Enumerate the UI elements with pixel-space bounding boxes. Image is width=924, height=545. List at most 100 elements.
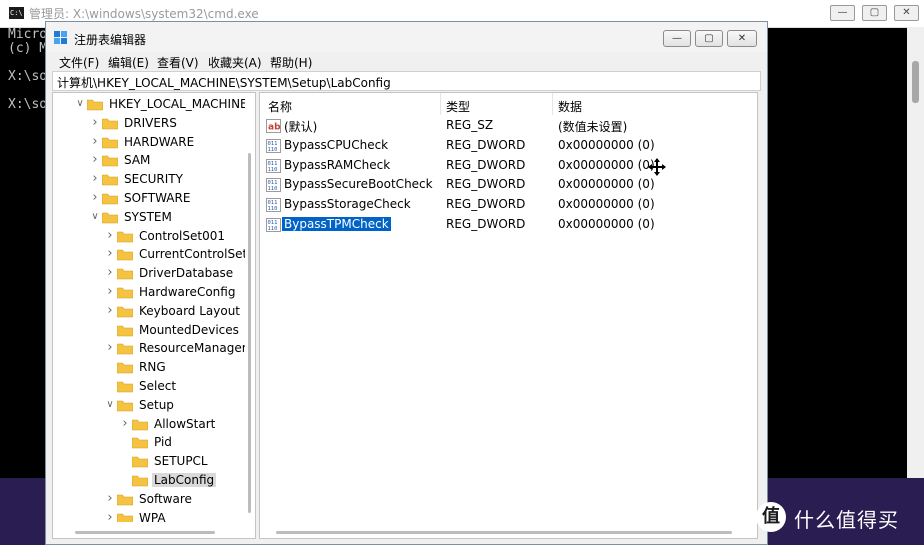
tree-horizontal-scrollbar-thumb[interactable] [75, 531, 215, 534]
cmd-close-button[interactable]: ✕ [894, 5, 919, 21]
address-bar[interactable]: 计算机\HKEY_LOCAL_MACHINE\SYSTEM\Setup\LabC… [52, 71, 761, 91]
folder-icon [101, 193, 119, 205]
cmd-scrollbar[interactable] [907, 27, 924, 478]
folder-icon [131, 437, 149, 449]
value-type: REG_SZ [446, 118, 494, 132]
chevron-right-icon[interactable]: › [90, 191, 100, 204]
menu-help[interactable]: 帮助(H) [270, 54, 312, 71]
menu-favorites[interactable]: 收藏夹(A) [208, 54, 262, 71]
folder-icon [131, 419, 149, 431]
regedit-close-button[interactable]: ✕ [727, 30, 757, 47]
move-cursor-icon [648, 158, 666, 176]
value-name: BypassSecureBootCheck [284, 177, 433, 192]
folder-icon [116, 287, 134, 299]
chevron-down-icon[interactable]: ∨ [90, 211, 100, 223]
value-row[interactable]: 011 110 BypassTPMCheck REG_DWORD 0x00000000 … [260, 215, 757, 234]
close-icon: ✕ [902, 7, 911, 18]
regedit-titlebar[interactable]: 注册表编辑器 — ▢ ✕ [46, 22, 767, 52]
cmd-minimize-button[interactable]: — [830, 5, 855, 21]
value-type: REG_DWORD [446, 177, 526, 192]
tree-vertical-scrollbar[interactable] [245, 93, 255, 523]
value-type: REG_DWORD [446, 197, 526, 212]
folder-icon [116, 494, 134, 506]
chevron-right-icon[interactable]: › [90, 116, 100, 129]
folder-icon [101, 174, 119, 186]
cmd-scrollbar-thumb[interactable] [912, 61, 919, 103]
registry-values-pane[interactable]: 名称 类型 数据 ab (默认) REG_SZ (数值未设置) 011 110 Bypass… [259, 92, 758, 539]
menu-edit[interactable]: 编辑(E) [108, 54, 149, 71]
value-row[interactable]: ab (默认) REG_SZ (数值未设置) [260, 116, 757, 135]
dword-value-icon: 011 110 [266, 158, 281, 173]
svg-text:110: 110 [268, 206, 278, 212]
dword-value-icon: 011 110 [266, 197, 281, 213]
chevron-right-icon[interactable]: › [105, 341, 115, 354]
tree-node-label: HARDWARE [124, 134, 195, 149]
watermark-logo-icon: 值 [756, 502, 786, 532]
address-path: 计算机\HKEY_LOCAL_MACHINE\SYSTEM\Setup\LabC… [57, 76, 391, 90]
column-header-name[interactable]: 名称 [268, 98, 292, 115]
value-row[interactable]: 011 110 BypassSecureBootCheck REG_DWORD 0x00… [260, 175, 757, 194]
value-name: BypassRAMCheck [284, 157, 391, 172]
chevron-right-icon[interactable]: › [105, 266, 115, 279]
regedit-window-title: 注册表编辑器 [74, 33, 147, 47]
regedit-app-icon [54, 31, 67, 44]
chevron-right-icon[interactable]: › [105, 285, 115, 298]
value-row[interactable]: 011 110 BypassStorageCheck REG_DWORD 0x00000… [260, 195, 757, 214]
folder-icon [101, 137, 119, 149]
values-horizontal-scrollbar[interactable] [260, 522, 757, 538]
folder-icon [116, 381, 134, 393]
chevron-right-icon[interactable]: › [90, 135, 100, 148]
value-data: 0x00000000 (0) [558, 157, 655, 172]
chevron-right-icon[interactable]: › [105, 247, 115, 260]
tree-horizontal-scrollbar[interactable] [53, 522, 255, 538]
tree-vertical-scrollbar-thumb[interactable] [248, 153, 251, 513]
tree-node-label: SOFTWARE [124, 191, 191, 205]
menu-view[interactable]: 查看(V) [157, 54, 199, 71]
chevron-right-icon[interactable]: › [105, 304, 115, 317]
folder-icon [116, 249, 134, 261]
chevron-right-icon[interactable]: › [120, 417, 130, 430]
svg-text:110: 110 [268, 147, 278, 153]
minimize-icon: — [837, 7, 848, 18]
chevron-right-icon[interactable]: › [90, 172, 100, 185]
minimize-icon: — [672, 33, 682, 44]
chevron-down-icon[interactable]: ∨ [105, 399, 115, 411]
column-header-data[interactable]: 数据 [558, 98, 582, 115]
column-divider[interactable] [552, 93, 553, 115]
column-divider[interactable] [440, 93, 441, 115]
watermark: 值 什么值得买 [752, 498, 922, 538]
svg-text:110: 110 [268, 186, 278, 192]
folder-icon [101, 155, 119, 167]
tree-node-label: SETUPCL [154, 454, 208, 469]
cmd-maximize-button[interactable]: ▢ [862, 5, 887, 21]
menu-file[interactable]: 文件(F) [59, 54, 99, 71]
folder-icon [86, 99, 104, 111]
value-row[interactable]: 011 110 BypassCPUCheck REG_DWORD 0x00000000 … [260, 136, 757, 155]
svg-text:110: 110 [268, 226, 278, 232]
chevron-right-icon[interactable]: › [105, 492, 115, 505]
tree-node-label: Select [139, 379, 177, 393]
value-data: (数值未设置) [558, 120, 628, 134]
column-header-type[interactable]: 类型 [446, 98, 470, 115]
folder-icon [116, 362, 134, 374]
tree-node-label: DriverDatabase [139, 266, 234, 281]
regedit-minimize-button[interactable]: — [663, 30, 691, 47]
tree-node-label: MountedDevices [139, 322, 239, 337]
values-horizontal-scrollbar-thumb[interactable] [276, 531, 732, 534]
regedit-menubar: 文件(F) 编辑(E) 查看(V) 收藏夹(A) 帮助(H) [46, 52, 767, 72]
folder-icon [131, 475, 149, 487]
chevron-down-icon[interactable]: ∨ [75, 98, 85, 110]
tree-node-label: SECURITY [124, 172, 183, 187]
tree-node-label: HardwareConfig [139, 285, 236, 299]
chevron-right-icon[interactable]: › [105, 229, 115, 242]
chevron-right-icon[interactable]: › [90, 153, 100, 166]
close-icon: ✕ [737, 33, 747, 44]
regedit-maximize-button[interactable]: ▢ [695, 30, 723, 47]
value-row[interactable]: 011 110 BypassRAMCheck REG_DWORD 0x00000000 … [260, 156, 757, 175]
registry-tree-pane[interactable]: ∨ HKEY_LOCAL_MACHINE › DRIVERS › HARDWARE › SAM… [52, 92, 256, 539]
tree-node-label: SAM [124, 153, 151, 168]
